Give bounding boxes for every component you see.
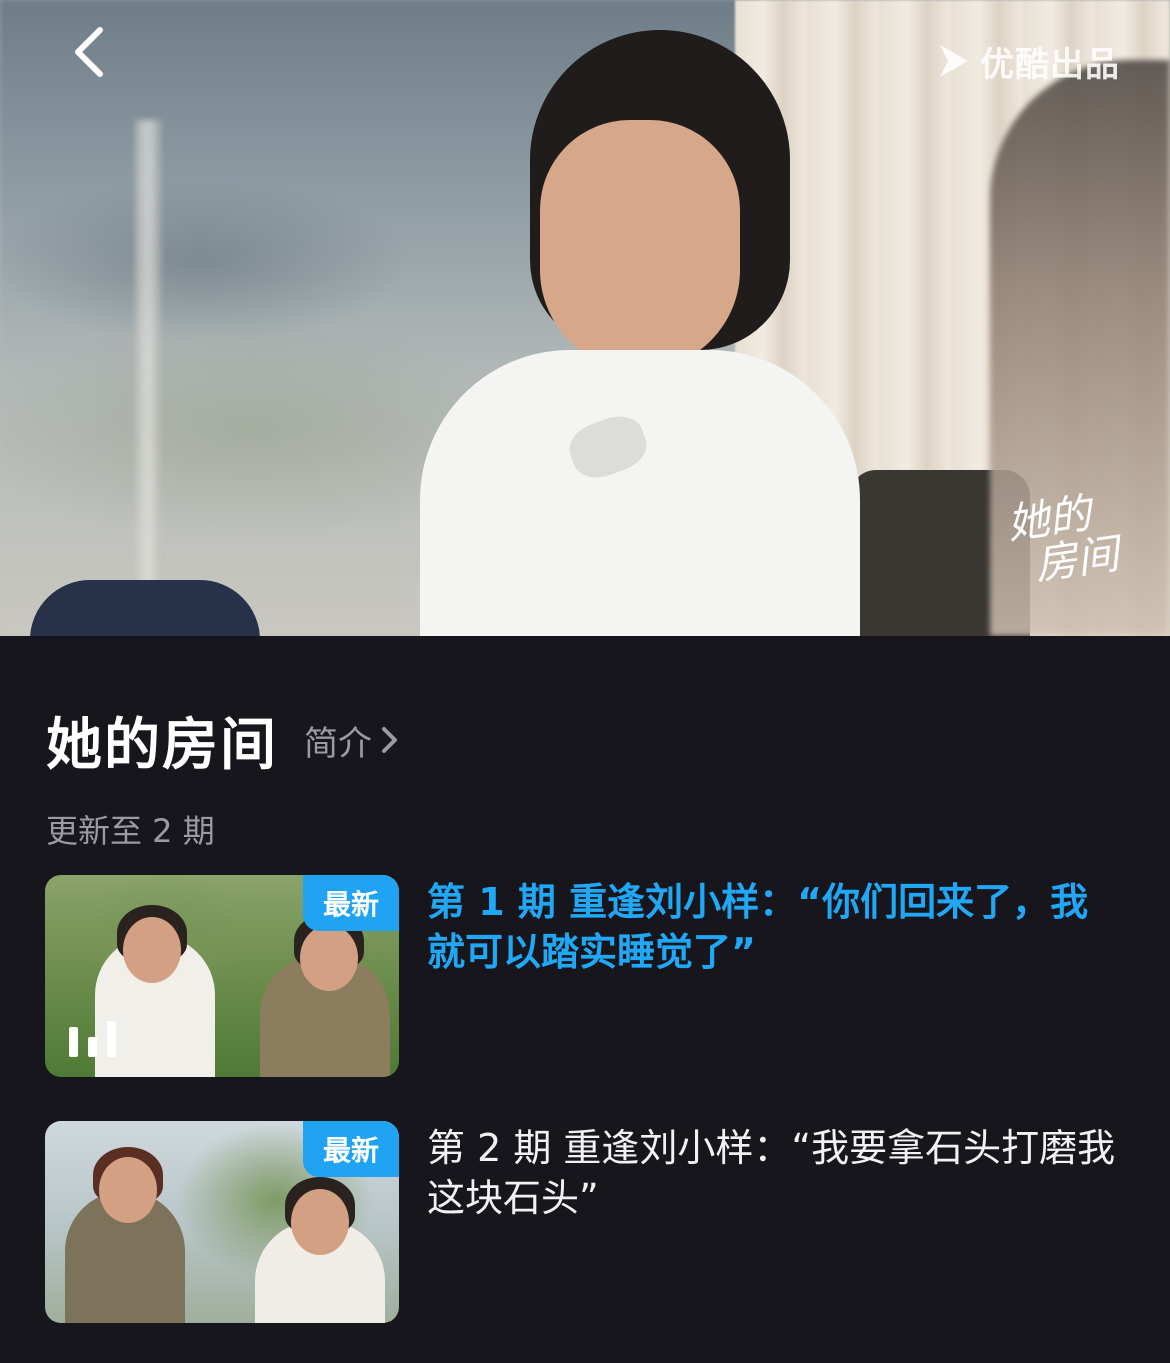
episode-title: 第 2 期 重逢刘小样：“我要拿石头打磨我这块石头” [427,1126,1116,1220]
brand-logo: 优酷出品 [936,36,1120,86]
brand-label: 优酷出品 [980,44,1120,85]
episode-item[interactable]: 最新 第 1 期 重逢刘小样：“你们回来了，我就可以踏实睡觉了” [45,875,1135,1077]
episode-title: 第 1 期 重逢刘小样：“你们回来了，我就可以踏实睡觉了” [427,880,1089,974]
thumbnail-figure [255,1177,385,1323]
episode-item[interactable]: 最新 第 2 期 重逢刘小样：“我要拿石头打磨我这块石头” [45,1121,1135,1323]
video-frame-jeans [30,580,260,636]
episode-thumbnail: 最新 [45,1121,399,1323]
chevron-right-icon [382,727,397,753]
video-frame-speaker [410,30,870,636]
show-watermark: 她的 房间 [1004,488,1125,590]
intro-link[interactable]: 简介 [304,716,400,765]
now-playing-icon [69,1021,116,1057]
new-badge: 最新 [303,1121,399,1177]
intro-label: 简介 [304,723,372,764]
thumbnail-figure [260,913,390,1077]
show-header: 她的房间 简介 [46,700,400,780]
new-badge: 最新 [303,875,399,931]
video-frame-pole [135,120,161,636]
chevron-left-icon [75,27,103,77]
show-title: 她的房间 [46,712,278,778]
thumbnail-figure [65,1147,185,1323]
episode-thumbnail: 最新 [45,875,399,1077]
update-status: 更新至 2 期 [46,812,215,850]
back-button[interactable] [62,22,122,82]
youku-play-icon [940,45,968,77]
video-player[interactable]: 优酷出品 她的 房间 [0,0,1170,636]
